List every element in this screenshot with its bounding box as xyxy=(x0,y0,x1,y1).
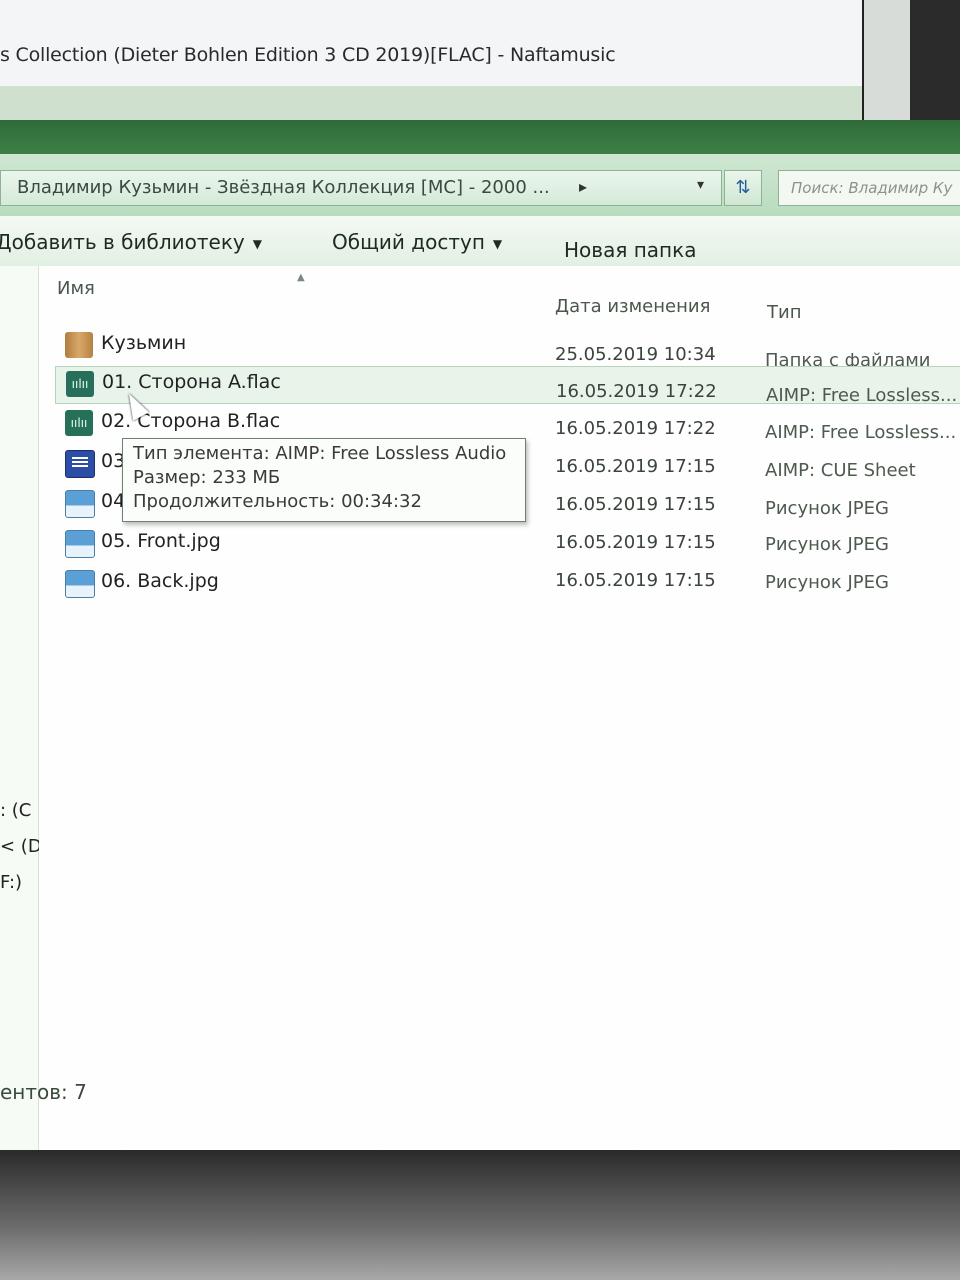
nav-drive-d[interactable]: < (D xyxy=(0,836,42,857)
explorer-window: Владимир Кузьмин - Звёздная Коллекция [M… xyxy=(0,120,960,1150)
address-path: Владимир Кузьмин - Звёздная Коллекция [M… xyxy=(17,177,550,198)
column-header-date[interactable]: Дата изменения xyxy=(555,296,710,317)
refresh-button[interactable]: ⇅ xyxy=(724,170,762,206)
file-row[interactable]: 05. Front.jpg 16.05.2019 17:15 Рисунок J… xyxy=(55,526,960,562)
refresh-icon: ⇅ xyxy=(735,177,751,198)
file-name: 02. Сторона B.flac xyxy=(101,410,281,432)
file-list: ▲ Имя Дата изменения Тип Кузьмин 25.05.2… xyxy=(39,266,960,1150)
file-row-folder[interactable]: Кузьмин 25.05.2019 10:34 Папка с файлами xyxy=(55,328,960,371)
chevron-down-icon: ▼ xyxy=(492,236,503,251)
file-date: 16.05.2019 17:15 xyxy=(555,532,716,553)
file-name: 06. Back.jpg xyxy=(101,570,219,592)
file-date: 25.05.2019 10:34 xyxy=(555,344,716,365)
folder-icon xyxy=(65,332,93,358)
share-label: Общий доступ xyxy=(332,230,485,254)
address-bar: Владимир Кузьмин - Звёздная Коллекция [M… xyxy=(0,154,960,216)
file-type: AIMP: Free Lossless... xyxy=(766,385,958,406)
chevron-down-icon: ▼ xyxy=(252,236,262,251)
background-window-title: s Collection (Dieter Bohlen Edition 3 CD… xyxy=(0,44,616,66)
nav-drive-c[interactable]: : (C xyxy=(0,800,31,821)
navigation-pane: : (C < (D F:) xyxy=(0,266,42,1150)
command-toolbar: Добавить в библиотеку ▼ Общий доступ ▼ Нов… xyxy=(0,216,960,267)
tooltip-duration: Продолжительность: 00:34:32 xyxy=(133,491,422,512)
file-date: 16.05.2019 17:22 xyxy=(555,418,716,439)
search-placeholder: Поиск: Владимир Ку xyxy=(791,179,953,197)
file-date: 16.05.2019 17:15 xyxy=(555,456,716,477)
file-row[interactable]: 06. Back.jpg 16.05.2019 17:15 Рисунок JP… xyxy=(55,566,960,602)
file-date: 16.05.2019 17:15 xyxy=(555,494,716,515)
item-count: ентов: 7 xyxy=(0,1080,87,1104)
tooltip-size: Размер: 233 МБ xyxy=(133,467,281,488)
file-name: 01. Сторона A.flac xyxy=(102,371,281,393)
add-to-library-label: Добавить в библиотеку xyxy=(0,230,245,254)
file-name: Кузьмин xyxy=(101,332,187,354)
column-header-name[interactable]: Имя xyxy=(57,278,95,299)
image-file-icon xyxy=(65,490,95,518)
tooltip-type: Тип элемента: AIMP: Free Lossless Audio xyxy=(133,443,507,464)
monitor-bezel xyxy=(0,1150,960,1280)
address-field[interactable]: Владимир Кузьмин - Звёздная Коллекция [M… xyxy=(0,170,722,206)
new-folder-button[interactable]: Новая папка xyxy=(564,238,696,262)
column-header-type[interactable]: Тип xyxy=(767,302,801,323)
window-titlebar xyxy=(0,120,960,154)
image-file-icon xyxy=(65,530,95,558)
file-date: 16.05.2019 17:22 xyxy=(556,381,717,402)
file-tooltip: Тип элемента: AIMP: Free Lossless Audio … xyxy=(122,438,526,522)
audio-file-icon: ıılıı xyxy=(66,371,94,397)
file-type: Рисунок JPEG xyxy=(765,534,889,555)
file-date: 16.05.2019 17:15 xyxy=(555,570,716,591)
background-window-bar xyxy=(0,86,862,120)
share-button[interactable]: Общий доступ ▼ xyxy=(332,230,502,254)
address-dropdown-icon[interactable]: ▾ xyxy=(697,177,704,193)
file-row[interactable]: ıılıı 02. Сторона B.flac 16.05.2019 17:2… xyxy=(55,406,960,443)
file-type: AIMP: Free Lossless... xyxy=(765,422,957,443)
file-type: Рисунок JPEG xyxy=(765,572,889,593)
image-file-icon xyxy=(65,570,95,598)
background-edge xyxy=(864,0,960,120)
background-window: s Collection (Dieter Bohlen Edition 3 CD… xyxy=(0,0,864,120)
search-input[interactable]: Поиск: Владимир Ку xyxy=(778,170,960,206)
breadcrumb-arrow-icon[interactable]: ▸ xyxy=(579,177,587,196)
sort-ascending-icon: ▲ xyxy=(297,272,305,283)
file-name: 05. Front.jpg xyxy=(101,530,221,552)
add-to-library-button[interactable]: Добавить в библиотеку ▼ xyxy=(0,230,262,254)
file-row-selected[interactable]: ıılıı 01. Сторона A.flac 16.05.2019 17:2… xyxy=(55,366,960,406)
cue-file-icon xyxy=(65,450,95,478)
file-type: AIMP: CUE Sheet xyxy=(765,460,916,481)
nav-drive-f[interactable]: F:) xyxy=(0,872,22,893)
audio-file-icon: ıılıı xyxy=(65,410,93,436)
file-type: Рисунок JPEG xyxy=(765,498,889,519)
new-folder-label: Новая папка xyxy=(564,238,697,262)
